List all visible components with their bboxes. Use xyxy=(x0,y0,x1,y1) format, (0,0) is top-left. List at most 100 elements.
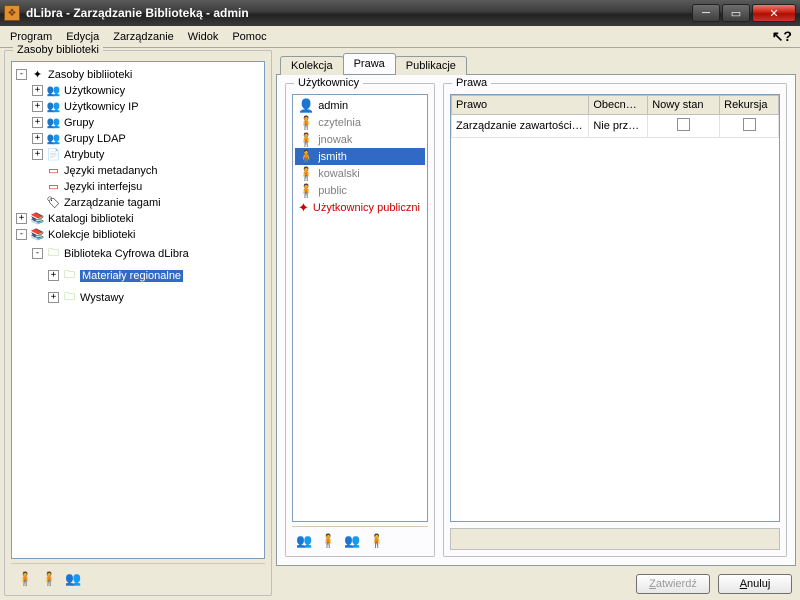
user-row: 👤 admin xyxy=(295,97,425,114)
lang-icon: ▭ xyxy=(46,164,61,177)
tree-item-groups-ldap[interactable]: Grupy LDAP xyxy=(64,133,126,145)
users-list[interactable]: 👤 admin 🧍 czytelnia 🧍 jnowak 🧍 jsmith 🧍 kowal… xyxy=(292,94,428,522)
help-icon[interactable]: ↖? xyxy=(768,28,796,45)
tree-item-regional[interactable]: Materiały regionalne xyxy=(80,270,183,282)
tree-item-diglib[interactable]: Biblioteka Cyfrowa dLibra xyxy=(64,248,189,260)
library-icon: ✦ xyxy=(30,68,45,81)
tree-expander[interactable]: + xyxy=(32,85,43,96)
tab-prawa[interactable]: Prawa xyxy=(343,53,396,74)
tree-expander[interactable]: + xyxy=(16,213,27,224)
user-label[interactable]: kowalski xyxy=(318,168,360,180)
col-nowystan[interactable]: Nowy stan xyxy=(648,96,720,115)
tree-item-catalogs[interactable]: Katalogi biblioteki xyxy=(48,213,134,225)
window-title: dLibra - Zarządzanie Biblioteką - admin xyxy=(26,6,692,20)
person-icon[interactable]: 🧍 xyxy=(17,572,33,585)
right-panel: Kolekcja Prawa Publikacje Użytkownicy 👤 a… xyxy=(276,50,796,596)
lang-icon: ▭ xyxy=(46,180,61,193)
cancel-button[interactable]: Anuluj xyxy=(718,574,792,594)
tree-item-users[interactable]: Użytkownicy xyxy=(64,85,125,97)
rights-legend: Prawa xyxy=(452,77,491,89)
tabstrip: Kolekcja Prawa Publikacje xyxy=(280,50,796,74)
user-label[interactable]: public xyxy=(318,185,347,197)
tree-expander[interactable]: + xyxy=(32,117,43,128)
user-icon: 🧍 xyxy=(298,133,314,146)
user-icon: 🧍 xyxy=(298,167,314,180)
col-obecny[interactable]: Obecn… xyxy=(589,96,648,115)
tree-expander[interactable]: + xyxy=(32,133,43,144)
tree-item-tags[interactable]: Zarządzanie tagami xyxy=(64,197,161,209)
users-legend: Użytkownicy xyxy=(294,77,363,89)
window-maximize-button[interactable]: ▭ xyxy=(722,4,750,22)
person-icon[interactable]: 🧍 xyxy=(369,534,385,547)
user-icon: 🧍 xyxy=(298,150,314,163)
rights-panel: Prawa Prawo Obecn… Nowy stan Rekursja xyxy=(443,83,787,557)
col-rekursja[interactable]: Rekursja xyxy=(720,96,779,115)
cell-prawo: Zarządzanie zawartością kole… xyxy=(452,115,589,138)
tree-expander[interactable]: - xyxy=(32,248,43,259)
tree-expander[interactable]: + xyxy=(48,292,59,303)
window-minimize-button[interactable]: ─ xyxy=(692,4,720,22)
group-icon[interactable]: 👥 xyxy=(344,534,360,547)
catalogs-icon: 📚 xyxy=(30,212,45,225)
cell-nowystan[interactable] xyxy=(648,115,720,138)
tree-item-lang-ui[interactable]: Języki interfejsu xyxy=(64,181,142,193)
left-panel-footer: 🧍 🧍 👥 xyxy=(11,563,265,589)
tab-content: Użytkownicy 👤 admin 🧍 czytelnia 🧍 jnowak 🧍 j… xyxy=(276,74,796,566)
tab-publikacje[interactable]: Publikacje xyxy=(395,56,467,75)
left-panel: Zasoby biblioteki - ✦ Zasoby bibliioteki… xyxy=(4,50,272,596)
menu-program[interactable]: Program xyxy=(4,29,58,45)
checkbox-icon[interactable] xyxy=(743,118,756,131)
user-label[interactable]: jnowak xyxy=(318,134,352,146)
user-label[interactable]: admin xyxy=(318,100,348,112)
cell-rekursja[interactable] xyxy=(720,115,779,138)
tree-expander[interactable]: - xyxy=(16,69,27,80)
tree-expander[interactable]: + xyxy=(48,270,59,281)
left-panel-legend: Zasoby biblioteki xyxy=(13,44,103,56)
user-row: 🧍 kowalski xyxy=(295,165,425,182)
group-icon[interactable]: 👥 xyxy=(296,534,312,547)
tree-item-users-ip[interactable]: Użytkownicy IP xyxy=(64,101,139,113)
menu-widok[interactable]: Widok xyxy=(182,29,225,45)
confirm-button[interactable]: Zatwierdź xyxy=(636,574,710,594)
folder-icon: 🗀 xyxy=(62,266,77,285)
tree-scroll[interactable]: - ✦ Zasoby bibliioteki +👥Użytkownicy +👥U… xyxy=(11,61,265,559)
public-users-icon: ✦ xyxy=(298,201,309,214)
folder-icon: 🗀 xyxy=(62,288,77,307)
person-icon[interactable]: 🧍 xyxy=(320,534,336,547)
user-label[interactable]: Użytkownicy publiczni xyxy=(313,202,420,214)
user-admin-icon: 👤 xyxy=(298,99,314,112)
user-row: 🧍public xyxy=(295,182,425,199)
tree-expander[interactable]: - xyxy=(16,229,27,240)
user-row: 🧍 czytelnia xyxy=(295,114,425,131)
menu-edycja[interactable]: Edycja xyxy=(60,29,105,45)
tree-item-collections[interactable]: Kolekcje biblioteki xyxy=(48,229,135,241)
tree-expander[interactable]: + xyxy=(32,101,43,112)
users-panel: Użytkownicy 👤admin 🧍czytelnia 🧍jnowak 🧍j… xyxy=(285,83,435,557)
tab-kolekcja[interactable]: Kolekcja xyxy=(280,56,344,75)
groups-icon: 👥 xyxy=(46,116,61,129)
user-icon: 🧍 xyxy=(298,116,314,129)
window-close-button[interactable]: ✕ xyxy=(752,4,796,22)
table-row[interactable]: Zarządzanie zawartością kole… Nie przy… xyxy=(452,115,779,138)
person-icon[interactable]: 🧍 xyxy=(41,572,57,585)
users-footer: 👥 🧍 👥 🧍 xyxy=(292,526,428,550)
tree-item-lang-meta[interactable]: Języki metadanych xyxy=(64,165,158,177)
group-icon[interactable]: 👥 xyxy=(65,572,81,585)
app-icon: ❖ xyxy=(4,5,20,21)
menu-zarzadzanie[interactable]: Zarządzanie xyxy=(107,29,180,45)
tree-expander[interactable]: + xyxy=(32,149,43,160)
user-row: ✦ Użytkownicy publiczni xyxy=(295,199,425,216)
tree-item-attrs[interactable]: Atrybuty xyxy=(64,149,104,161)
groups-ldap-icon: 👥 xyxy=(46,132,61,145)
tree-root[interactable]: Zasoby bibliioteki xyxy=(48,69,132,81)
cell-obecny: Nie przy… xyxy=(589,115,648,138)
menu-pomoc[interactable]: Pomoc xyxy=(226,29,272,45)
checkbox-icon[interactable] xyxy=(677,118,690,131)
tree-item-exhib[interactable]: Wystawy xyxy=(80,292,124,304)
menubar: Program Edycja Zarządzanie Widok Pomoc ↖… xyxy=(0,26,800,48)
user-label[interactable]: jsmith xyxy=(318,151,347,163)
collections-icon: 📚 xyxy=(30,228,45,241)
col-prawo[interactable]: Prawo xyxy=(452,96,589,115)
tree-item-groups[interactable]: Grupy xyxy=(64,117,94,129)
user-label[interactable]: czytelnia xyxy=(318,117,361,129)
